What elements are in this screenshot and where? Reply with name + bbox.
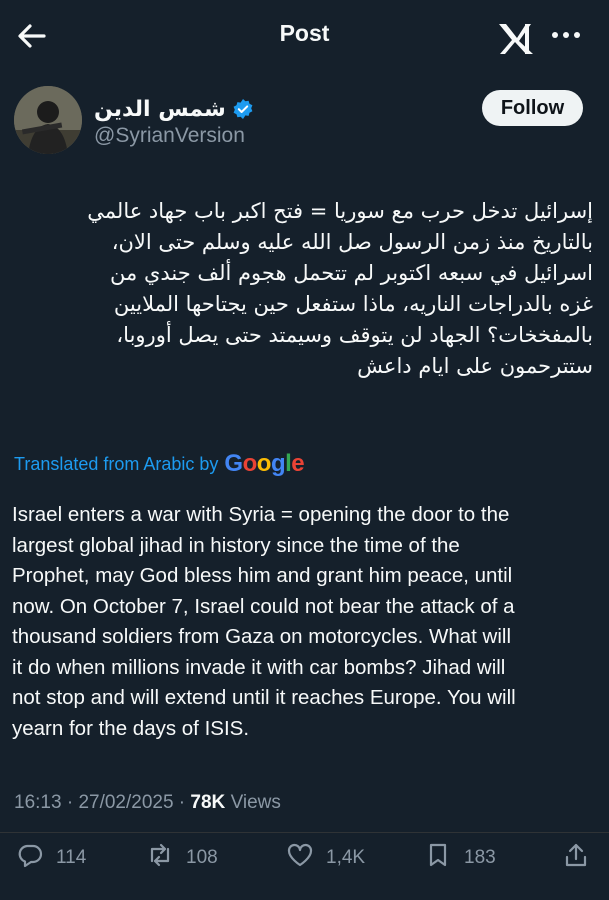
bookmark-count: 183 (464, 847, 496, 868)
like-icon (286, 841, 314, 875)
english-line: now. On October 7, Israel could not bear… (12, 594, 515, 618)
english-line: thousand soldiers from Gaza on motorcycl… (12, 625, 512, 648)
post-date[interactable]: 27/02/2025 (78, 792, 173, 813)
arabic-line: غزه بالدراجات الناريه، ماذا ستفعل حين يج… (113, 292, 593, 316)
verified-badge-icon (232, 98, 254, 120)
avatar[interactable] (14, 86, 82, 154)
views-count: 78K (190, 792, 226, 813)
arabic-line: اسرائيل في سبعه اكتوبر لم تتحمل هجوم ألف… (110, 261, 593, 285)
x-logo-icon[interactable] (496, 20, 536, 56)
arabic-line: بالمفخخات؟ الجهاد لن يتوقف وسيمتد حتى يص… (116, 323, 593, 347)
repost-button[interactable]: 108 (146, 838, 218, 878)
repost-count: 108 (186, 847, 218, 868)
post-text-arabic: إسرائيل تدخل حرب مع سوريا = فتح اكبر باب… (13, 196, 593, 382)
like-button[interactable]: 1,4K (286, 838, 365, 878)
top-bar: Post (0, 0, 609, 72)
follow-button[interactable]: Follow (482, 90, 583, 126)
post-meta: 16:13 · 27/02/2025 · 78K Views (14, 792, 281, 813)
views-label: Views (230, 792, 281, 813)
english-line: not stop and will extend until it reache… (12, 686, 516, 709)
arabic-line: ستترحمون على ايام داعش (357, 354, 593, 378)
reply-count: 114 (56, 847, 87, 868)
english-line: Prophet, may God bless him and grant him… (12, 564, 513, 587)
english-line: Israel enters a war with Syria = opening… (12, 503, 510, 526)
arabic-line: بالتاريخ منذ زمن الرسول صل الله عليه وسل… (111, 230, 593, 254)
divider (0, 832, 609, 833)
translation-attribution[interactable]: Translated from Arabic by Google (14, 450, 305, 478)
english-line: largest global jihad in history since th… (12, 533, 460, 557)
google-logo: Google (224, 450, 305, 477)
share-button[interactable] (562, 838, 590, 878)
arabic-line: إسرائيل تدخل حرب مع سوريا = فتح اكبر باب… (87, 199, 593, 223)
english-line: it do when millions invade it with car b… (12, 655, 506, 679)
bookmark-button[interactable]: 183 (424, 838, 496, 878)
post-text-translation: Israel enters a war with Syria = opening… (12, 500, 602, 744)
more-icon[interactable] (546, 20, 586, 50)
bookmark-icon (424, 841, 452, 875)
share-icon (562, 841, 590, 875)
post-time[interactable]: 16:13 (14, 792, 62, 813)
action-bar: 114 108 1,4K 183 (0, 838, 609, 882)
translated-label: Translated from Arabic by (14, 453, 219, 474)
author-name-row: شمس الدين (94, 94, 254, 124)
author-handle[interactable]: @SyrianVersion (94, 124, 245, 148)
reply-button[interactable]: 114 (16, 838, 86, 878)
reply-icon (16, 841, 44, 875)
like-count: 1,4K (326, 847, 366, 868)
author-name[interactable]: شمس الدين (94, 97, 226, 122)
repost-icon (146, 841, 174, 875)
english-line: yearn for the days of ISIS. (12, 716, 250, 740)
